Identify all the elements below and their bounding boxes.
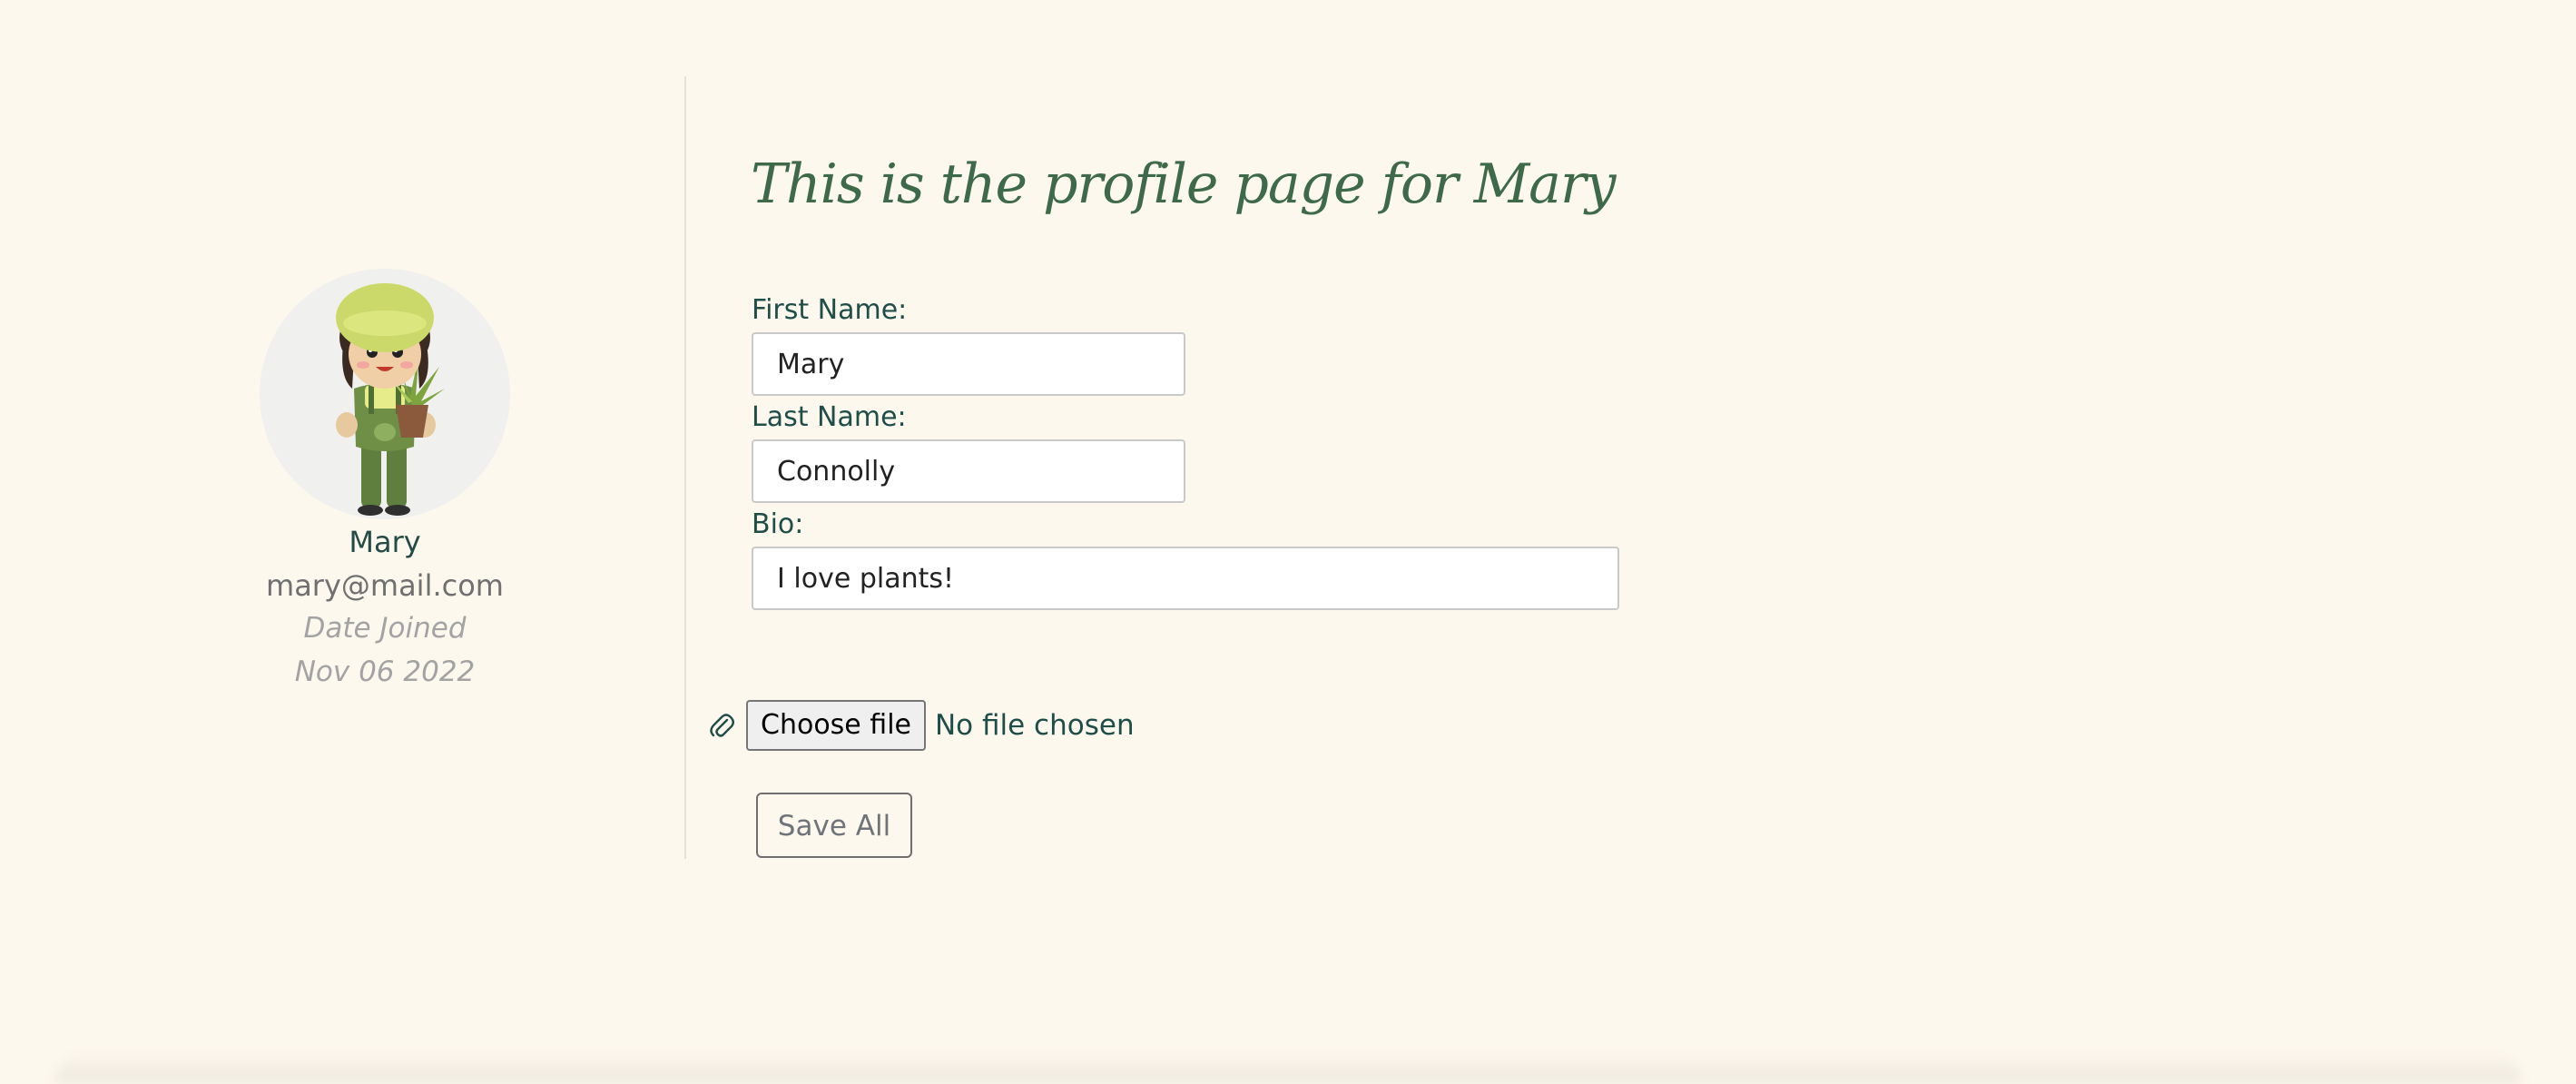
file-status-text: No file chosen [934, 709, 1135, 742]
gardener-avatar-icon [336, 283, 445, 516]
page-title: This is the profile page for Mary [751, 153, 1617, 216]
last-name-label: Last Name: [752, 401, 907, 433]
avatar [260, 269, 510, 519]
bio-label: Bio: [752, 508, 804, 540]
last-name-field[interactable] [752, 439, 1185, 503]
file-upload-row: Choose file No file chosen [708, 699, 1135, 752]
date-joined-label: Date Joined [303, 612, 467, 645]
bio-field[interactable] [752, 547, 1619, 610]
first-name-label: First Name: [752, 294, 908, 326]
bottom-shadow [54, 1051, 2522, 1084]
choose-file-button[interactable]: Choose file [746, 700, 926, 751]
date-joined-value: Nov 06 2022 [294, 655, 476, 688]
profile-email: mary@mail.com [266, 568, 504, 603]
column-divider [684, 76, 686, 859]
profile-page: Mary mary@mail.com Date Joined Nov 06 20… [0, 0, 2576, 1084]
profile-name: Mary [349, 525, 421, 559]
save-all-button[interactable]: Save All [756, 793, 912, 858]
paperclip-icon [708, 712, 735, 739]
first-name-field[interactable] [752, 332, 1185, 396]
